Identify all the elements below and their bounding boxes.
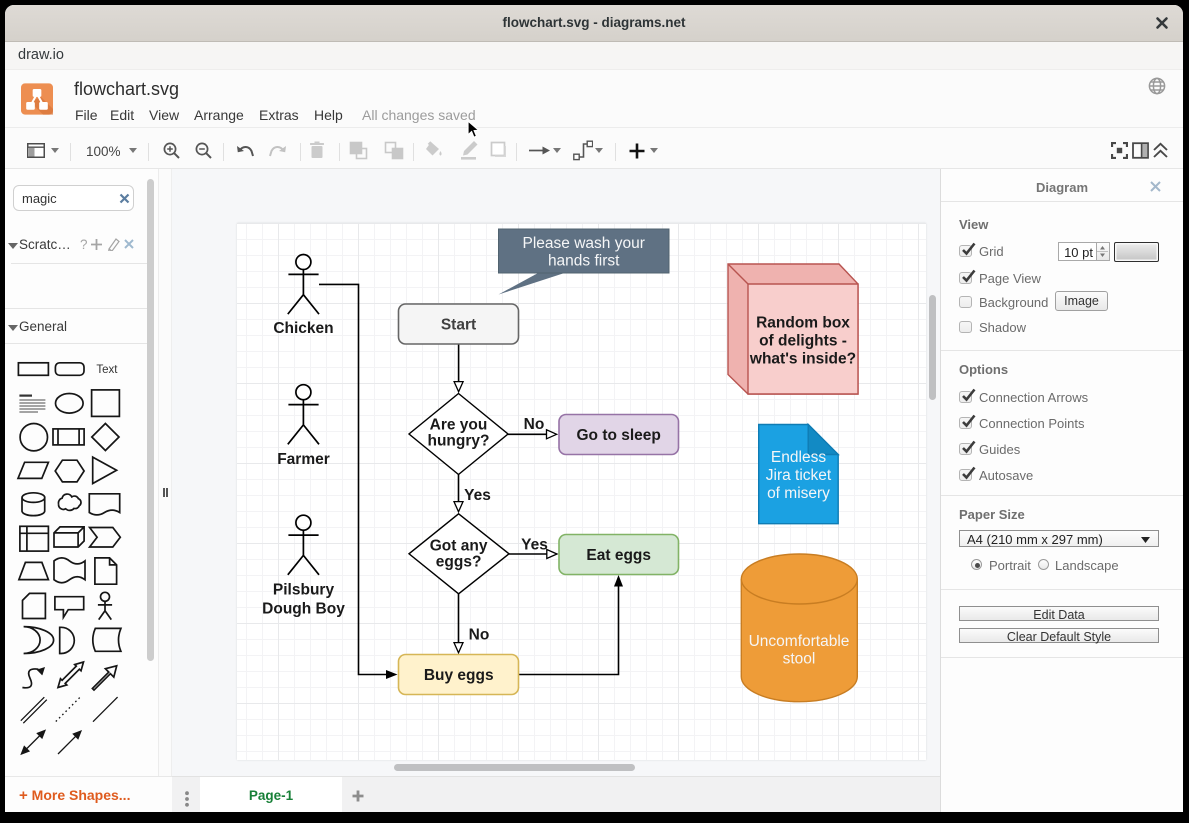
svg-text:Endless: Endless: [771, 449, 826, 466]
svg-text:eggs?: eggs?: [436, 553, 482, 570]
svg-text:No: No: [469, 627, 490, 644]
svg-text:hands first: hands first: [548, 253, 620, 270]
svg-text:Go to sleep: Go to sleep: [576, 427, 660, 444]
svg-text:Yes: Yes: [464, 487, 491, 504]
svg-text:Yes: Yes: [521, 537, 548, 554]
svg-text:No: No: [524, 416, 545, 433]
svg-text:Please wash your: Please wash your: [523, 235, 645, 252]
svg-text:Uncomfortable: Uncomfortable: [749, 633, 850, 650]
svg-text:stool: stool: [783, 651, 816, 668]
svg-text:Pilsbury: Pilsbury: [273, 581, 335, 598]
svg-text:Random box: Random box: [756, 315, 850, 332]
svg-text:Buy eggs: Buy eggs: [424, 667, 494, 684]
svg-text:Chicken: Chicken: [273, 320, 333, 337]
svg-text:Eat eggs: Eat eggs: [586, 547, 651, 564]
svg-text:Dough Boy: Dough Boy: [262, 601, 345, 618]
svg-text:of misery: of misery: [767, 485, 830, 502]
svg-text:Start: Start: [441, 317, 476, 334]
svg-text:Got any: Got any: [430, 537, 488, 554]
svg-text:hungry?: hungry?: [428, 432, 490, 449]
svg-text:of delights -: of delights -: [759, 333, 847, 350]
svg-text:Are you: Are you: [430, 416, 488, 433]
svg-text:Text: Text: [96, 364, 118, 376]
svg-text:what's inside?: what's inside?: [749, 351, 856, 368]
svg-text:Jira ticket: Jira ticket: [766, 467, 832, 484]
svg-text:Farmer: Farmer: [277, 451, 330, 468]
